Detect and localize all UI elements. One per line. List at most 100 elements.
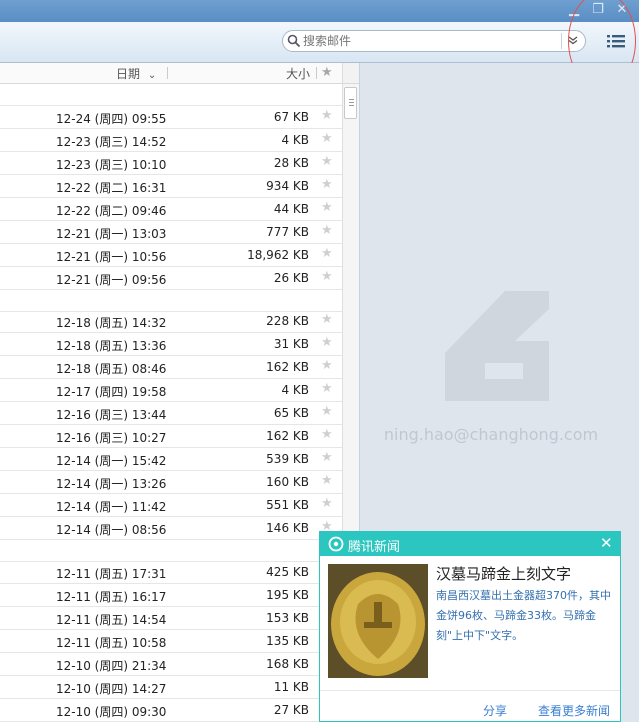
window-title-bar: ▁ ❐ ✕ <box>0 0 639 22</box>
mail-size: 28 KB <box>273 156 309 170</box>
news-summary[interactable]: 南昌西汉墓出土金器超370件，其中金饼96枚、马蹄金33枚。马蹄金刻"上中下"文… <box>436 586 618 646</box>
close-icon[interactable]: ✕ <box>600 534 613 552</box>
mail-size: 11 KB <box>273 680 309 694</box>
star-icon[interactable]: ★ <box>321 427 333 442</box>
star-icon[interactable]: ★ <box>321 108 333 123</box>
mail-date: 12-18 (周五) 08:46 <box>56 362 167 376</box>
star-icon[interactable]: ★ <box>321 381 333 396</box>
mail-row[interactable]: 12-21 (周一) 09:56 26 KB ★ <box>0 267 342 290</box>
mail-date: 12-14 (周一) 08:56 <box>56 523 167 537</box>
mail-row[interactable]: 12-11 (周五) 14:54153 KB★ <box>0 607 342 630</box>
mail-row[interactable]: 12-11 (周五) 10:58135 KB★ <box>0 630 342 653</box>
mail-row[interactable]: 12-22 (周二) 09:46 44 KB ★ <box>0 198 342 221</box>
mail-row[interactable]: 12-22 (周二) 16:31 934 KB ★ <box>0 175 342 198</box>
mail-row[interactable]: 12-14 (周一) 11:42 551 KB ★ <box>0 494 342 517</box>
mail-row[interactable]: 12-17 (周四) 19:58 4 KB ★ <box>0 379 342 402</box>
mail-date: 12-22 (周二) 09:46 <box>56 204 167 218</box>
date-column-label: 日期 <box>116 67 141 81</box>
grip-line <box>349 99 354 100</box>
news-source: 腾讯新闻 <box>348 540 401 555</box>
mail-row[interactable]: 12-11 (周五) 16:17195 KB★ <box>0 584 342 607</box>
sort-chevron-icon: ⌄ <box>147 70 157 81</box>
mail-date: 12-22 (周二) 16:31 <box>56 181 167 195</box>
star-icon[interactable]: ★ <box>321 335 333 350</box>
tencent-news-icon <box>328 536 344 552</box>
mail-date: 12-11 (周五) 10:58 <box>56 636 167 650</box>
star-icon[interactable]: ★ <box>321 200 333 215</box>
date-column-header[interactable]: 日期 ⌄ <box>116 65 156 82</box>
share-link[interactable]: 分享 <box>483 702 507 719</box>
star-icon[interactable]: ★ <box>321 154 333 169</box>
mail-row[interactable]: 12-18 (周五) 08:46 162 KB ★ <box>0 356 342 379</box>
column-divider <box>316 67 317 79</box>
star-icon[interactable]: ★ <box>321 358 333 373</box>
mail-size: 195 KB <box>266 588 309 602</box>
mail-size: 539 KB <box>266 452 309 466</box>
mail-row[interactable]: 12-21 (周一) 10:56 18,962 KB ★ <box>0 244 342 267</box>
mail-row[interactable]: 12-18 (周五) 13:36 31 KB ★ <box>0 333 342 356</box>
star-column-icon[interactable]: ★ <box>321 65 333 80</box>
star-icon[interactable]: ★ <box>321 473 333 488</box>
mail-row[interactable]: 12-16 (周三) 10:27 162 KB ★ <box>0 425 342 448</box>
mail-size: 153 KB <box>266 611 309 625</box>
star-icon[interactable]: ★ <box>321 450 333 465</box>
mail-date: 12-14 (周一) 11:42 <box>56 500 167 514</box>
mail-date: 12-23 (周三) 10:10 <box>56 158 167 172</box>
mail-size: 162 KB <box>266 429 309 443</box>
size-column-header[interactable]: 大小 <box>280 65 310 82</box>
account-email: ning.hao@changhong.com <box>383 425 599 444</box>
search-divider <box>561 33 562 49</box>
mail-row[interactable]: 12-14 (周一) 15:42 539 KB ★ <box>0 448 342 471</box>
mail-row[interactable]: 12-14 (周一) 13:26 160 KB ★ <box>0 471 342 494</box>
mail-size: 31 KB <box>273 337 309 351</box>
mail-date: 12-11 (周五) 16:17 <box>56 590 167 604</box>
news-popup: 腾讯新闻 ✕ 汉墓马蹄金上刻文字 南昌西汉墓出土金器超370件，其中金饼96枚、… <box>319 531 621 722</box>
mail-row[interactable]: 12-16 (周三) 13:44 65 KB ★ <box>0 402 342 425</box>
mail-date: 12-10 (周四) 21:34 <box>56 659 167 673</box>
star-icon[interactable]: ★ <box>321 404 333 419</box>
mail-date: 12-21 (周一) 09:56 <box>56 273 167 287</box>
star-icon[interactable]: ★ <box>321 246 333 261</box>
mail-date: 12-18 (周五) 13:36 <box>56 339 167 353</box>
search-input[interactable] <box>303 33 555 49</box>
star-icon[interactable]: ★ <box>321 269 333 284</box>
mail-row[interactable]: 12-23 (周三) 14:52 4 KB ★ <box>0 129 342 152</box>
mail-date: 12-11 (周五) 17:31 <box>56 567 167 581</box>
more-news-link[interactable]: 查看更多新闻 <box>538 702 610 719</box>
mail-row[interactable]: 12-10 (周四) 21:34168 KB★ <box>0 653 342 676</box>
mail-row[interactable]: 12-24 (周四) 09:55 67 KB ★ <box>0 106 342 129</box>
date-group-divider <box>0 84 342 106</box>
mail-size: 425 KB <box>266 565 309 579</box>
mail-row[interactable]: 12-21 (周一) 13:03 777 KB ★ <box>0 221 342 244</box>
column-divider <box>167 67 168 79</box>
mail-row[interactable]: 12-18 (周五) 14:32 228 KB ★ <box>0 310 342 333</box>
mail-row[interactable]: 12-10 (周四) 09:3027 KB★ <box>0 699 342 722</box>
mail-size: 4 KB <box>281 133 309 147</box>
mail-size: 162 KB <box>266 360 309 374</box>
scrollbar-corner <box>342 63 359 84</box>
star-icon[interactable]: ★ <box>321 177 333 192</box>
star-icon[interactable]: ★ <box>321 496 333 511</box>
mail-size: 18,962 KB <box>247 248 309 262</box>
mail-date: 12-16 (周三) 13:44 <box>56 408 167 422</box>
news-headline[interactable]: 汉墓马蹄金上刻文字 <box>436 563 571 584</box>
mail-size: 26 KB <box>273 271 309 285</box>
mail-row[interactable]: 12-14 (周一) 08:56 146 KB ★ <box>0 517 342 540</box>
search-icon[interactable] <box>287 34 301 48</box>
news-thumbnail[interactable] <box>328 564 428 678</box>
mail-date: 12-18 (周五) 14:32 <box>56 316 167 330</box>
search-box[interactable] <box>282 30 586 52</box>
mail-date: 12-24 (周四) 09:55 <box>56 112 167 126</box>
mail-size: 228 KB <box>266 314 309 328</box>
scrollbar-thumb[interactable] <box>344 87 357 119</box>
mail-logo-icon <box>445 291 549 401</box>
star-icon[interactable]: ★ <box>321 312 333 327</box>
star-icon[interactable]: ★ <box>321 223 333 238</box>
mail-row[interactable]: 12-11 (周五) 17:31425 KB★ <box>0 561 342 584</box>
mail-row[interactable]: 12-10 (周四) 14:2711 KB★ <box>0 676 342 699</box>
star-icon[interactable]: ★ <box>321 131 333 146</box>
mail-size: 135 KB <box>266 634 309 648</box>
mail-size: 777 KB <box>266 225 309 239</box>
date-group-divider <box>0 290 342 312</box>
mail-row[interactable]: 12-23 (周三) 10:10 28 KB ★ <box>0 152 342 175</box>
